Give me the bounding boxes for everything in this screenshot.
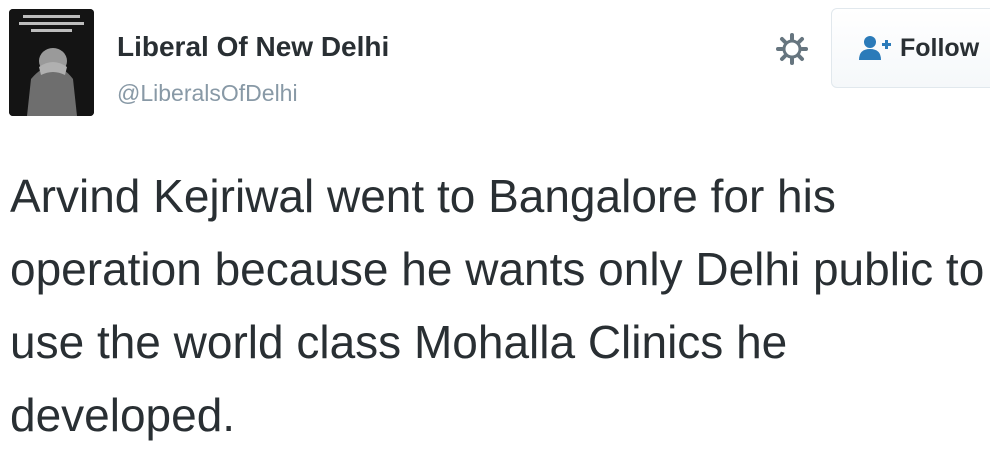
profile-avatar[interactable] (9, 9, 94, 116)
follow-button[interactable]: Follow (831, 8, 990, 88)
gear-icon[interactable] (775, 32, 809, 66)
profile-photo-image (9, 9, 94, 116)
follow-user-icon (859, 36, 891, 60)
tweet-text: Arvind Kejriwal went to Bangalore for hi… (10, 170, 985, 441)
follow-button-label: Follow (900, 33, 980, 62)
user-handle[interactable]: @LiberalsOfDelhi (117, 80, 298, 107)
display-name[interactable]: Liberal Of New Delhi (117, 31, 389, 63)
tweet-card: Liberal Of New Delhi @LiberalsOfDelhi Fo… (0, 0, 990, 460)
